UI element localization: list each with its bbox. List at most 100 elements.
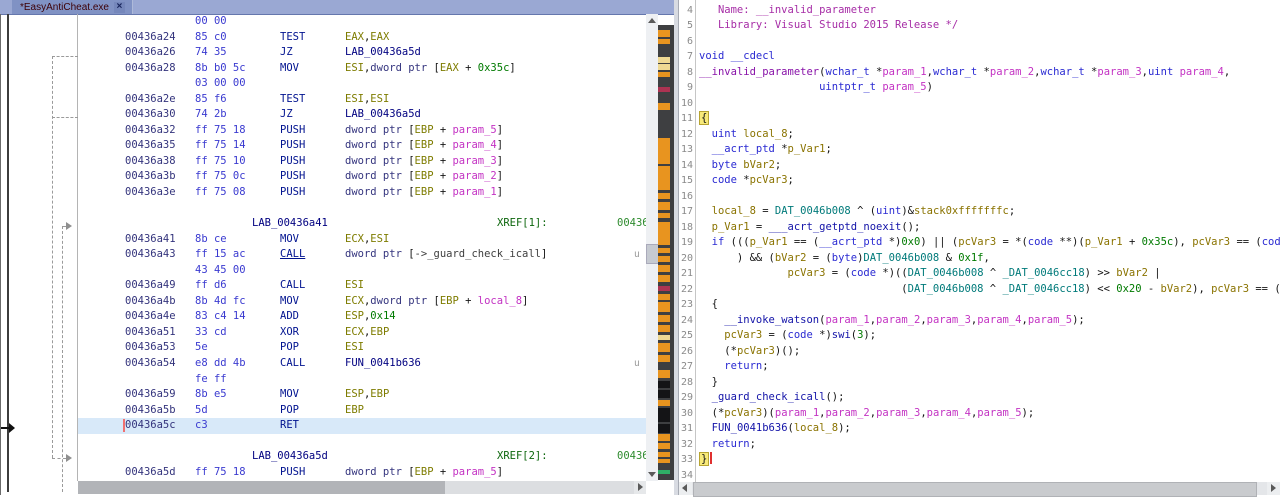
decompiler-line[interactable]: 16 [679,189,1280,205]
decompiler-line[interactable]: 30 (*pcVar3)(param_1,param_2,param_3,par… [679,406,1280,422]
listing-row[interactable]: fe ff [78,372,646,388]
decompiler-line[interactable]: 34 [679,468,1280,484]
decompiler-line[interactable]: 31 FUN_0041b636(local_8); [679,421,1280,437]
scroll-right-button[interactable] [1267,482,1280,495]
listing-row[interactable]: 03 00 00 [78,76,646,92]
overview-marker[interactable] [658,315,670,322]
decompiler-line[interactable]: 18 p_Var1 = ___acrt_getptd_noexit(); [679,220,1280,236]
overview-marker[interactable] [658,39,670,44]
listing-row[interactable]: 00436a24 85 c0 TEST EAX,EAX [78,30,646,46]
listing-row[interactable]: 00436a3b ff 75 0c PUSH dword ptr [EBP + par… [78,169,646,185]
overview-marker[interactable] [658,470,670,474]
decompiler-code[interactable]: 4 Name: __invalid_parameter 5 Library: Vi… [679,0,1280,485]
listing-row[interactable]: 00 00 [78,14,646,30]
decompiler-line[interactable]: 6 [679,34,1280,50]
overview-marker[interactable] [658,400,670,406]
overview-marker[interactable] [658,381,670,388]
overview-marker[interactable] [658,408,670,422]
decompiler-line[interactable]: 15 code *pcVar3; [679,173,1280,189]
listing-row[interactable]: 00436a5b 5d POP EBP [78,403,646,419]
decompiler-line[interactable]: 28 } [679,375,1280,391]
listing-row[interactable]: 00436a3e ff 75 08 PUSH dword ptr [EBP + par… [78,185,646,201]
overview-marker[interactable] [658,434,670,441]
overview-marker[interactable] [658,370,670,378]
overview-marker[interactable] [658,166,670,190]
decompiler-line[interactable]: 25 pcVar3 = (code *)swi(3); [679,328,1280,344]
decompiler-line[interactable]: 21 pcVar3 = (code *)((DAT_0046b008 ^ _DA… [679,266,1280,282]
overview-marker[interactable] [658,87,670,92]
decompiler-line[interactable]: 32 return; [679,437,1280,453]
listing-row[interactable]: 00436a54 e8 dd 4b CALL FUN_0041b636 u [78,356,646,372]
overview-marker[interactable] [658,222,670,245]
listing-row[interactable]: 00436a2e 85 f6 TEST ESI,ESI [78,92,646,108]
decompiler-line[interactable]: 13 __acrt_ptd *p_Var1; [679,142,1280,158]
overview-marker[interactable] [658,459,670,463]
decompiler-line[interactable]: 4 Name: __invalid_parameter [679,3,1280,19]
decompiler-line[interactable]: 14 byte bVar2; [679,158,1280,174]
overview-marker[interactable] [658,286,670,291]
decompiler-line[interactable]: 17 local_8 = DAT_0046b008 ^ (uint)&stack… [679,204,1280,220]
listing-row[interactable]: 43 45 00 [78,263,646,279]
listing-row[interactable]: 00436a30 74 2b JZ LAB_00436a5d [78,107,646,123]
listing-row[interactable]: 00436a49 ff d6 CALL ESI [78,278,646,294]
listing-row[interactable] [78,201,646,217]
overview-marker[interactable] [658,193,670,199]
overview-marker[interactable] [658,275,670,282]
decompiler-line[interactable]: 9 uintptr_t param_5) [679,80,1280,96]
tab-easyanticheat[interactable]: *EasyAntiCheat.exe × [12,0,133,14]
overview-marker[interactable] [658,265,670,272]
listing-row[interactable]: 00436a35 ff 75 14 PUSH dword ptr [EBP + par… [78,138,646,154]
decompiler-line[interactable]: 24 __invoke_watson(param_1,param_2,param… [679,313,1280,329]
decompiler-line[interactable]: 7 void __cdecl [679,49,1280,65]
scrollbar-thumb[interactable] [78,481,445,494]
listing-row[interactable]: 00436a53 5e POP ESI [78,340,646,356]
overview-marker[interactable] [658,452,670,457]
listing-row[interactable]: 00436a38 ff 75 10 PUSH dword ptr [EBP + par… [78,154,646,170]
listing-label-row[interactable]: LAB_00436a41 XREF[1]: 00436 [78,216,646,232]
overview-marker[interactable] [658,103,670,110]
decompiler-line[interactable]: 19 if (((p_Var1 == (__acrt_ptd *)0x0) ||… [679,235,1280,251]
overview-marker[interactable] [658,343,670,352]
decompiler-line[interactable]: 11{ [679,111,1280,127]
decompiler-line[interactable]: 12 uint local_8; [679,127,1280,143]
overview-marker[interactable] [658,424,670,433]
overview-marker[interactable] [658,64,670,70]
listing-row[interactable]: 00436a5c c3 RET [78,418,646,434]
decompiler-line[interactable]: 26 (*pcVar3)(); [679,344,1280,360]
overview-marker[interactable] [658,335,670,340]
scroll-left-button[interactable] [679,482,692,495]
overview-marker[interactable] [658,248,670,253]
decompiler-line[interactable]: 20 ) && (bVar2 = (byte)DAT_0046b008 & 0x… [679,251,1280,267]
overview-marker[interactable] [658,213,670,218]
overview-marker[interactable] [658,72,670,77]
decompiler-line[interactable]: 8 __invalid_parameter(wchar_t *param_1,wc… [679,65,1280,81]
decompiler-line[interactable]: 5 Library: Visual Studio 2015 Release */ [679,18,1280,34]
listing-row[interactable] [78,434,646,450]
decompiler-horizontal-scrollbar[interactable] [679,482,1280,497]
listing-row[interactable]: 00436a28 8b b0 5c MOV ESI,dword ptr [EAX + … [78,61,646,77]
disassembly-listing[interactable]: 00 00 00436a24 85 c0 TEST EAX,EAX 00436a26 74 … [78,14,646,481]
decompiler-line[interactable]: 22 (DAT_0046b008 ^ _DAT_0046cc18) << 0x2… [679,282,1280,298]
overview-marker[interactable] [658,325,670,332]
overview-marker[interactable] [658,57,670,63]
listing-row[interactable]: 00436a51 33 cd XOR ECX,EBP [78,325,646,341]
listing-label-row[interactable]: LAB_00436a5d XREF[2]: 00436 [78,449,646,465]
scroll-down-button[interactable] [646,468,658,481]
overview-marker[interactable] [658,138,670,164]
listing-row[interactable]: 00436a32 ff 75 18 PUSH dword ptr [EBP + par… [78,123,646,139]
decompiler-line[interactable]: 27 return; [679,359,1280,375]
listing-row[interactable]: 00436a4e 83 c4 14 ADD ESP,0x14 [78,309,646,325]
overview-marker[interactable] [658,302,670,312]
scroll-right-button[interactable] [634,481,646,494]
close-icon[interactable]: × [113,1,125,13]
overview-marker-strip[interactable] [658,25,674,480]
scroll-up-button[interactable] [646,14,658,27]
decompiler-line[interactable]: 29 _guard_check_icall(); [679,390,1280,406]
decompiler-line[interactable]: 33} [679,452,1280,468]
listing-row[interactable]: 00436a5d ff 75 18 PUSH dword ptr [EBP + par… [78,465,646,481]
listing-row[interactable]: 00436a43 ff 15 ac CALL dword ptr [->_guard_… [78,247,646,263]
overview-marker[interactable] [658,443,670,449]
listing-row[interactable]: 00436a59 8b e5 MOV ESP,EBP [78,387,646,403]
listing-row[interactable]: 00436a26 74 35 JZ LAB_00436a5d [78,45,646,61]
decompiler-line[interactable]: 23 { [679,297,1280,313]
